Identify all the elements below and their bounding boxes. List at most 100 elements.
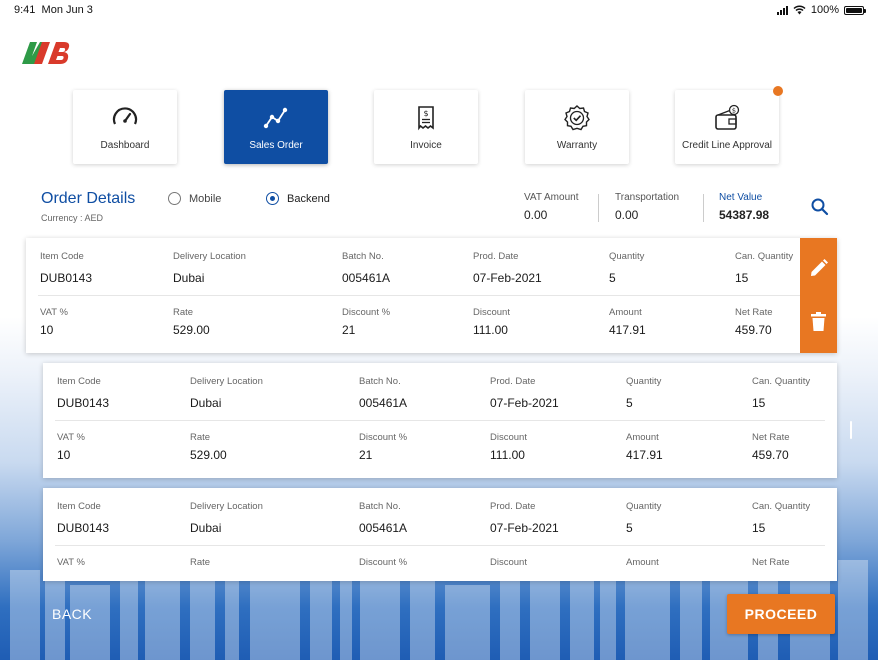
row-divider	[55, 545, 825, 546]
radio-mobile-label: Mobile	[189, 192, 222, 205]
column-label: Discount %	[359, 432, 408, 443]
order-details-title: Order Details	[41, 190, 136, 207]
nav-warranty-label: Warranty	[556, 139, 598, 151]
column-label: Can. Quantity	[752, 376, 811, 387]
summary-divider	[703, 194, 704, 222]
row-divider	[38, 295, 825, 296]
column-label: Amount	[626, 557, 659, 568]
currency-label: Currency : AED	[41, 213, 104, 223]
nav-sales-order[interactable]: Sales Order	[224, 90, 328, 164]
scroll-indicator[interactable]	[850, 421, 852, 439]
column-label: Batch No.	[359, 376, 401, 387]
summary-divider	[598, 194, 599, 222]
column-label: Prod. Date	[473, 251, 519, 262]
proceed-button[interactable]: PROCEED	[727, 594, 835, 634]
column-value: 417.91	[626, 448, 663, 462]
order-item-card[interactable]: Item Code DUB0143 Delivery Location Dubai Ba…	[43, 488, 837, 581]
line-chart-icon	[263, 107, 288, 128]
column-value: 21	[342, 323, 356, 337]
column-value: 005461A	[342, 271, 391, 285]
column-label: Rate	[190, 432, 211, 443]
vat-amount-summary: VAT Amount 0.00	[524, 192, 578, 222]
nav-invoice[interactable]: $ Invoice	[374, 90, 478, 164]
nav-credit-line-approval-label: Credit Line Approval	[681, 139, 773, 151]
radio-mobile[interactable]: Mobile	[168, 192, 221, 205]
column-label: Discount	[473, 307, 510, 318]
column-label: Item Code	[57, 376, 101, 387]
svg-text:$: $	[423, 109, 428, 118]
edit-icon[interactable]	[808, 258, 829, 279]
column-value: 10	[57, 448, 71, 462]
radio-circle	[168, 192, 181, 205]
battery-icon	[844, 5, 866, 15]
nav-warranty[interactable]: Warranty	[525, 90, 629, 164]
status-bar: 9:41 Mon Jun 3 100%	[0, 0, 878, 22]
column-label: VAT %	[40, 307, 68, 318]
vat-amount-value: 0.00	[524, 208, 548, 222]
order-item-card[interactable]: Item Code DUB0143 Delivery Location Dubai Ba…	[43, 363, 837, 478]
radio-circle-selected	[266, 192, 279, 205]
column-value: 459.70	[735, 323, 772, 337]
order-item-card[interactable]: Item Code DUB0143 Delivery Location Dubai Ba…	[26, 238, 837, 353]
column-value: 005461A	[359, 396, 408, 410]
vat-amount-label: VAT Amount	[524, 192, 579, 203]
net-value-label: Net Value	[719, 192, 763, 203]
column-label: Prod. Date	[490, 376, 536, 387]
column-value: Dubai	[190, 396, 222, 410]
row-divider	[55, 420, 825, 421]
row-actions-panel	[800, 238, 837, 353]
column-label: Quantity	[609, 251, 645, 262]
column-label: Item Code	[40, 251, 84, 262]
radio-backend[interactable]: Backend	[266, 192, 330, 205]
column-value: 07-Feb-2021	[490, 521, 559, 535]
column-label: VAT %	[57, 432, 85, 443]
column-value: DUB0143	[57, 521, 110, 535]
column-value: 07-Feb-2021	[490, 396, 559, 410]
column-label: Discount	[490, 432, 527, 443]
column-label: Net Rate	[735, 307, 773, 318]
column-value: DUB0143	[40, 271, 93, 285]
column-label: Amount	[626, 432, 659, 443]
column-label: Discount %	[359, 557, 408, 568]
column-value: 5	[626, 396, 633, 410]
company-logo	[22, 42, 70, 64]
nav-credit-line-approval[interactable]: $ Credit Line Approval	[675, 86, 783, 164]
column-label: Quantity	[626, 376, 662, 387]
column-label: Batch No.	[359, 501, 401, 512]
column-value: 15	[752, 396, 766, 410]
column-value: 529.00	[173, 323, 210, 337]
search-icon[interactable]	[810, 197, 830, 217]
column-value: 15	[752, 521, 766, 535]
status-indicators: 100%	[776, 4, 866, 16]
column-value: 417.91	[609, 323, 646, 337]
column-value: Dubai	[173, 271, 205, 285]
radio-backend-label: Backend	[287, 192, 330, 205]
column-value: 529.00	[190, 448, 227, 462]
nav-dashboard[interactable]: Dashboard	[73, 90, 177, 164]
invoice-icon: $	[418, 105, 434, 130]
column-label: Rate	[190, 557, 211, 568]
column-label: Can. Quantity	[735, 251, 794, 262]
column-value: 10	[40, 323, 54, 337]
transportation-label: Transportation	[615, 192, 680, 203]
column-label: Quantity	[626, 501, 662, 512]
column-label: Delivery Location	[190, 501, 263, 512]
column-value: 005461A	[359, 521, 408, 535]
battery-percent: 100%	[810, 4, 839, 16]
notification-dot	[773, 86, 783, 96]
delete-icon[interactable]	[808, 311, 829, 332]
transportation-value: 0.00	[615, 208, 639, 222]
back-button[interactable]: BACK	[52, 606, 92, 622]
nav-sales-order-label: Sales Order	[249, 139, 303, 151]
column-value: DUB0143	[57, 396, 110, 410]
column-label: Prod. Date	[490, 501, 536, 512]
nav-invoice-label: Invoice	[410, 139, 442, 151]
column-label: Discount %	[342, 307, 391, 318]
column-label: VAT %	[57, 557, 85, 568]
warranty-badge-icon	[564, 104, 590, 130]
column-value: 21	[359, 448, 373, 462]
column-label: Net Rate	[752, 557, 790, 568]
column-label: Rate	[173, 307, 194, 318]
column-label: Discount	[490, 557, 527, 568]
column-value: 111.00	[473, 323, 508, 337]
